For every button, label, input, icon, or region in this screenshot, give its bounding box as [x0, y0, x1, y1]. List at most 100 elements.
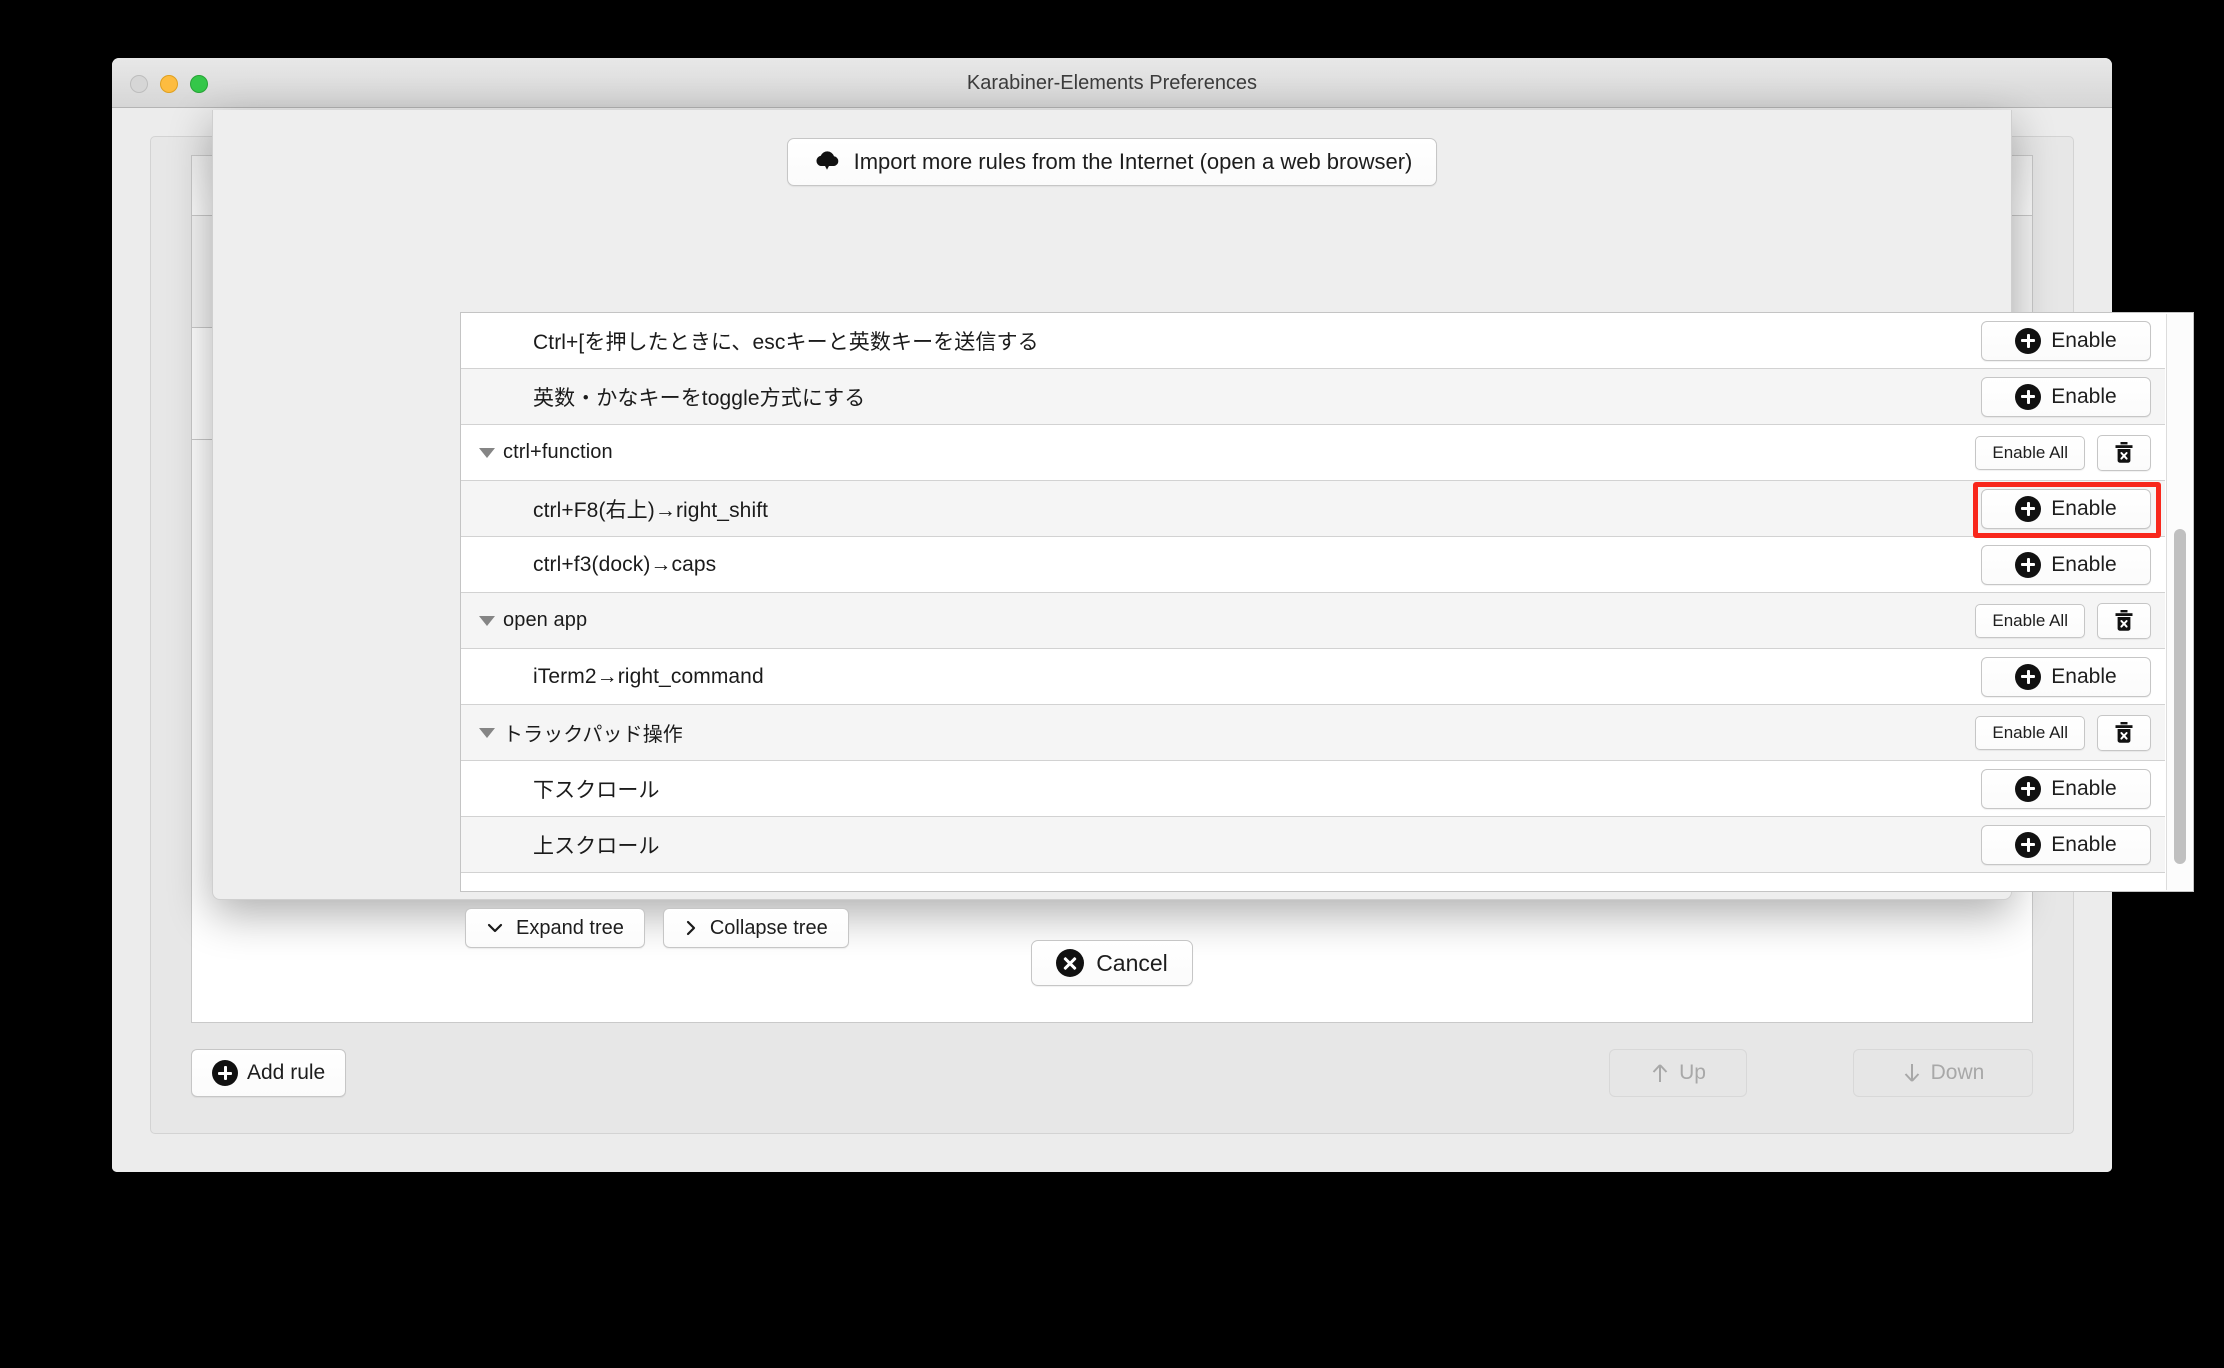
- circle-plus-icon: [2015, 495, 2042, 522]
- enable-label: Enable: [2051, 496, 2117, 520]
- enable-all-button[interactable]: Enable All: [1975, 603, 2085, 638]
- row-actions: Enable All: [1975, 705, 2151, 760]
- disclosure-triangle-icon[interactable]: [479, 727, 495, 738]
- circle-plus-icon: [2015, 327, 2042, 354]
- cancel-label: Cancel: [1096, 949, 1168, 976]
- enable-label: Enable: [2051, 776, 2117, 800]
- arrow-up-icon: [1652, 1064, 1668, 1082]
- circle-plus-icon: [2015, 663, 2042, 690]
- screen: Karabiner-Elements Preferences Add rule: [0, 0, 2224, 1368]
- rule-list-viewport: Ctrl+[を押したときに、escキーと英数キーを送信する Enable 英数・かな…: [461, 313, 2193, 891]
- rule-label: 下スクロール: [533, 778, 660, 802]
- rule-label: iTerm2→right_command: [533, 664, 764, 688]
- rule-group-label: ctrl+function: [461, 441, 613, 464]
- rule-group-row[interactable]: open app Enable All: [461, 593, 2165, 649]
- add-rule-label: Add rule: [247, 1061, 326, 1084]
- trash-icon: [2113, 721, 2135, 745]
- chevron-down-icon: [487, 923, 503, 933]
- chevron-right-icon: [686, 920, 695, 936]
- enable-button[interactable]: Enable: [1981, 768, 2151, 809]
- disclosure-triangle-icon[interactable]: [479, 615, 495, 626]
- import-rules-label: Import more rules from the Internet (ope…: [853, 149, 1413, 174]
- rule-list-scrollbar[interactable]: [2166, 314, 2192, 890]
- trash-icon: [2113, 609, 2135, 633]
- rule-label: ctrl+F8(右上)→right_shift: [533, 498, 769, 522]
- import-rules-button[interactable]: Import more rules from the Internet (ope…: [786, 138, 1438, 186]
- trash-icon: [2113, 441, 2135, 465]
- import-rules-sheet: Import more rules from the Internet (ope…: [212, 110, 2194, 986]
- table-row[interactable]: Ctrl+[を押したときに、escキーと英数キーを送信する Enable: [461, 313, 2165, 369]
- background-toolbar: Add rule Up Down: [191, 1031, 2033, 1115]
- enable-all-button[interactable]: Enable All: [1975, 435, 2085, 470]
- row-actions: Enable: [1981, 537, 2151, 592]
- enable-button[interactable]: Enable: [1981, 376, 2151, 417]
- enable-label: Enable: [2051, 328, 2117, 352]
- cancel-button[interactable]: Cancel: [1031, 940, 1193, 986]
- rule-group-label: トラックパッド操作: [461, 718, 683, 747]
- collapse-tree-label: Collapse tree: [709, 916, 828, 939]
- rule-label: 上スクロール: [533, 834, 660, 858]
- rule-list-content: Ctrl+[を押したときに、escキーと英数キーを送信する Enable 英数・かな…: [461, 313, 2165, 873]
- minimize-button[interactable]: [160, 75, 178, 93]
- enable-button[interactable]: Enable: [1981, 544, 2151, 585]
- rule-label: ctrl+f3(dock)→caps: [533, 552, 717, 576]
- circle-plus-icon: [2015, 551, 2042, 578]
- circle-plus-icon: [2015, 383, 2042, 410]
- arrow-down-icon: [1904, 1064, 1919, 1082]
- row-actions: Enable: [1981, 481, 2151, 536]
- move-up-button[interactable]: Up: [1609, 1049, 1747, 1097]
- table-row[interactable]: ctrl+F8(右上)→right_shift Enable: [461, 481, 2165, 537]
- window-title: Karabiner-Elements Preferences: [966, 72, 1258, 94]
- move-up-label: Up: [1679, 1061, 1706, 1084]
- zoom-button[interactable]: [190, 75, 208, 93]
- expand-tree-label: Expand tree: [516, 916, 624, 939]
- rule-group-name: トラックパッド操作: [503, 724, 683, 746]
- row-actions: Enable All: [1975, 425, 2151, 480]
- rule-group-row[interactable]: ctrl+function Enable All: [461, 425, 2165, 481]
- rule-list: Ctrl+[を押したときに、escキーと英数キーを送信する Enable 英数・かな…: [460, 312, 2194, 892]
- rule-group-row[interactable]: トラックパッド操作 Enable All: [461, 705, 2165, 761]
- disclosure-triangle-icon[interactable]: [479, 447, 495, 458]
- rule-label: 英数・かなキーをtoggle方式にする: [533, 386, 866, 410]
- import-button-container: Import more rules from the Internet (ope…: [213, 110, 2011, 186]
- row-actions: Enable All: [1975, 593, 2151, 648]
- table-row[interactable]: 英数・かなキーをtoggle方式にする Enable: [461, 369, 2165, 425]
- rule-label: Ctrl+[を押したときに、escキーと英数キーを送信する: [533, 330, 1039, 354]
- window-titlebar: Karabiner-Elements Preferences: [112, 58, 2112, 108]
- delete-group-button[interactable]: [2097, 434, 2151, 471]
- enable-button[interactable]: Enable: [1981, 824, 2151, 865]
- enable-label: Enable: [2051, 384, 2117, 408]
- cloud-download-icon: [812, 150, 842, 174]
- row-actions: Enable: [1981, 817, 2151, 872]
- row-actions: Enable: [1981, 761, 2151, 816]
- rule-group-name: ctrl+function: [503, 441, 613, 463]
- table-row[interactable]: 下スクロール Enable: [461, 761, 2165, 817]
- close-button[interactable]: [130, 75, 148, 93]
- table-row[interactable]: 上スクロール Enable: [461, 817, 2165, 873]
- delete-group-button[interactable]: [2097, 602, 2151, 639]
- move-down-button[interactable]: Down: [1853, 1049, 2033, 1097]
- rule-group-label: open app: [461, 609, 587, 632]
- enable-button[interactable]: Enable: [1981, 320, 2151, 361]
- row-actions: Enable: [1981, 313, 2151, 368]
- circle-plus-icon: [212, 1060, 238, 1086]
- traffic-lights: [130, 75, 208, 93]
- cancel-button-container: Cancel: [213, 940, 2011, 986]
- scrollbar-thumb[interactable]: [2174, 529, 2186, 864]
- table-row[interactable]: iTerm2→right_command Enable: [461, 649, 2165, 705]
- circle-plus-icon: [2015, 775, 2042, 802]
- row-actions: Enable: [1981, 649, 2151, 704]
- circle-plus-icon: [2015, 831, 2042, 858]
- rule-group-name: open app: [503, 609, 588, 631]
- move-down-label: Down: [1930, 1061, 1985, 1084]
- circle-x-icon: [1056, 949, 1085, 977]
- row-actions: Enable: [1981, 369, 2151, 424]
- add-rule-button[interactable]: Add rule: [191, 1049, 347, 1097]
- table-row[interactable]: ctrl+f3(dock)→caps Enable: [461, 537, 2165, 593]
- enable-button[interactable]: Enable: [1981, 656, 2151, 697]
- enable-button[interactable]: Enable: [1981, 488, 2151, 529]
- enable-label: Enable: [2051, 832, 2117, 856]
- delete-group-button[interactable]: [2097, 714, 2151, 751]
- enable-all-button[interactable]: Enable All: [1975, 715, 2085, 750]
- enable-label: Enable: [2051, 552, 2117, 576]
